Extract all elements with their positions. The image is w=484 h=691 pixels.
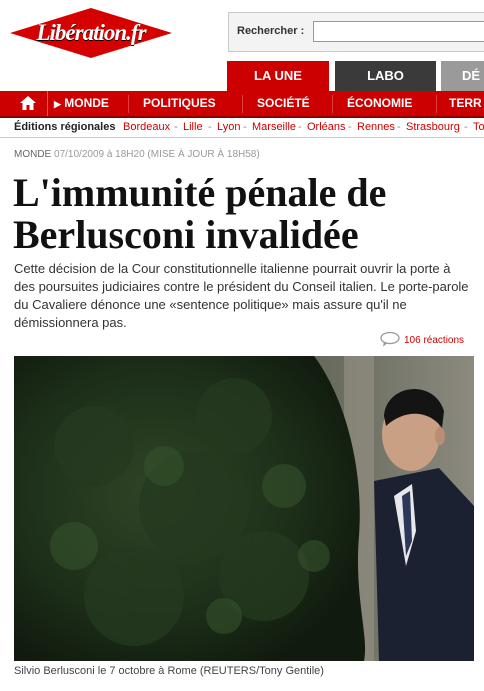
edition-marseille[interactable]: Marseille xyxy=(252,121,296,133)
site-header: Libération.fr Rechercher : xyxy=(0,0,484,62)
edition-lille[interactable]: Lille xyxy=(183,121,203,133)
nav-divider xyxy=(128,95,129,113)
nav-monde[interactable]: ▶ MONDE xyxy=(54,91,109,116)
article-date: 07/10/2009 à 18H20 (MISE À JOUR À 18H58) xyxy=(54,149,260,160)
city-separator: - xyxy=(464,121,468,133)
city-separator: - xyxy=(298,121,302,133)
nav-politiques[interactable]: POLITIQUES xyxy=(143,91,216,116)
edition-orleans[interactable]: Orléans xyxy=(307,121,346,133)
photo-illustration xyxy=(14,356,474,661)
city-separator: - xyxy=(348,121,352,133)
nav-monde-label: MONDE xyxy=(64,96,109,110)
city-separator: - xyxy=(208,121,212,133)
nav-divider xyxy=(242,95,243,113)
article-lede: Cette décision de la Cour constitutionne… xyxy=(14,261,469,330)
nav-societe[interactable]: SOCIÉTÉ xyxy=(257,91,310,116)
edition-to[interactable]: To xyxy=(473,121,484,133)
liberation-logo[interactable]: Libération.fr xyxy=(10,8,172,58)
search-label: Rechercher : xyxy=(237,25,305,37)
section-nav: ▶ MONDE POLITIQUES SOCIÉTÉ ÉCONOMIE TERR xyxy=(0,91,484,118)
search-box: Rechercher : xyxy=(228,12,484,52)
logo-text: Libération.fr xyxy=(36,20,146,45)
regional-editions-bar: Éditions régionales Bordeaux - Lille - L… xyxy=(0,118,484,138)
tab-de[interactable]: DÉ xyxy=(441,61,484,91)
article-photo[interactable] xyxy=(14,356,474,661)
nav-divider xyxy=(332,95,333,113)
photo-caption: Silvio Berlusconi le 7 octobre à Rome (R… xyxy=(14,665,324,677)
city-separator: - xyxy=(174,121,178,133)
house-icon xyxy=(20,96,36,110)
city-separator: - xyxy=(243,121,247,133)
play-icon: ▶ xyxy=(54,99,61,109)
editions-label: Éditions régionales xyxy=(14,121,116,133)
search-input[interactable] xyxy=(313,21,484,42)
nav-divider xyxy=(436,95,437,113)
speech-bubble-icon xyxy=(380,332,400,347)
edition-rennes[interactable]: Rennes xyxy=(357,121,395,133)
nav-economie[interactable]: ÉCONOMIE xyxy=(347,91,412,116)
article-meta: MONDE 07/10/2009 à 18H20 (MISE À JOUR À … xyxy=(14,149,260,160)
article-title: L'immunité pénale de Berlusconi invalidé… xyxy=(13,170,387,257)
reactions-count: 106 réactions xyxy=(404,335,465,346)
top-tabs: LA UNE LABO DÉ xyxy=(0,61,484,91)
home-button[interactable] xyxy=(0,91,48,116)
nav-terr[interactable]: TERR xyxy=(449,91,482,116)
tab-la-une[interactable]: LA UNE xyxy=(227,61,329,91)
city-separator: - xyxy=(397,121,401,133)
edition-bordeaux[interactable]: Bordeaux xyxy=(123,121,170,133)
article-section[interactable]: MONDE xyxy=(14,149,51,160)
edition-strasbourg[interactable]: Strasbourg xyxy=(406,121,460,133)
edition-lyon[interactable]: Lyon xyxy=(217,121,240,133)
tab-labo[interactable]: LABO xyxy=(335,61,436,91)
